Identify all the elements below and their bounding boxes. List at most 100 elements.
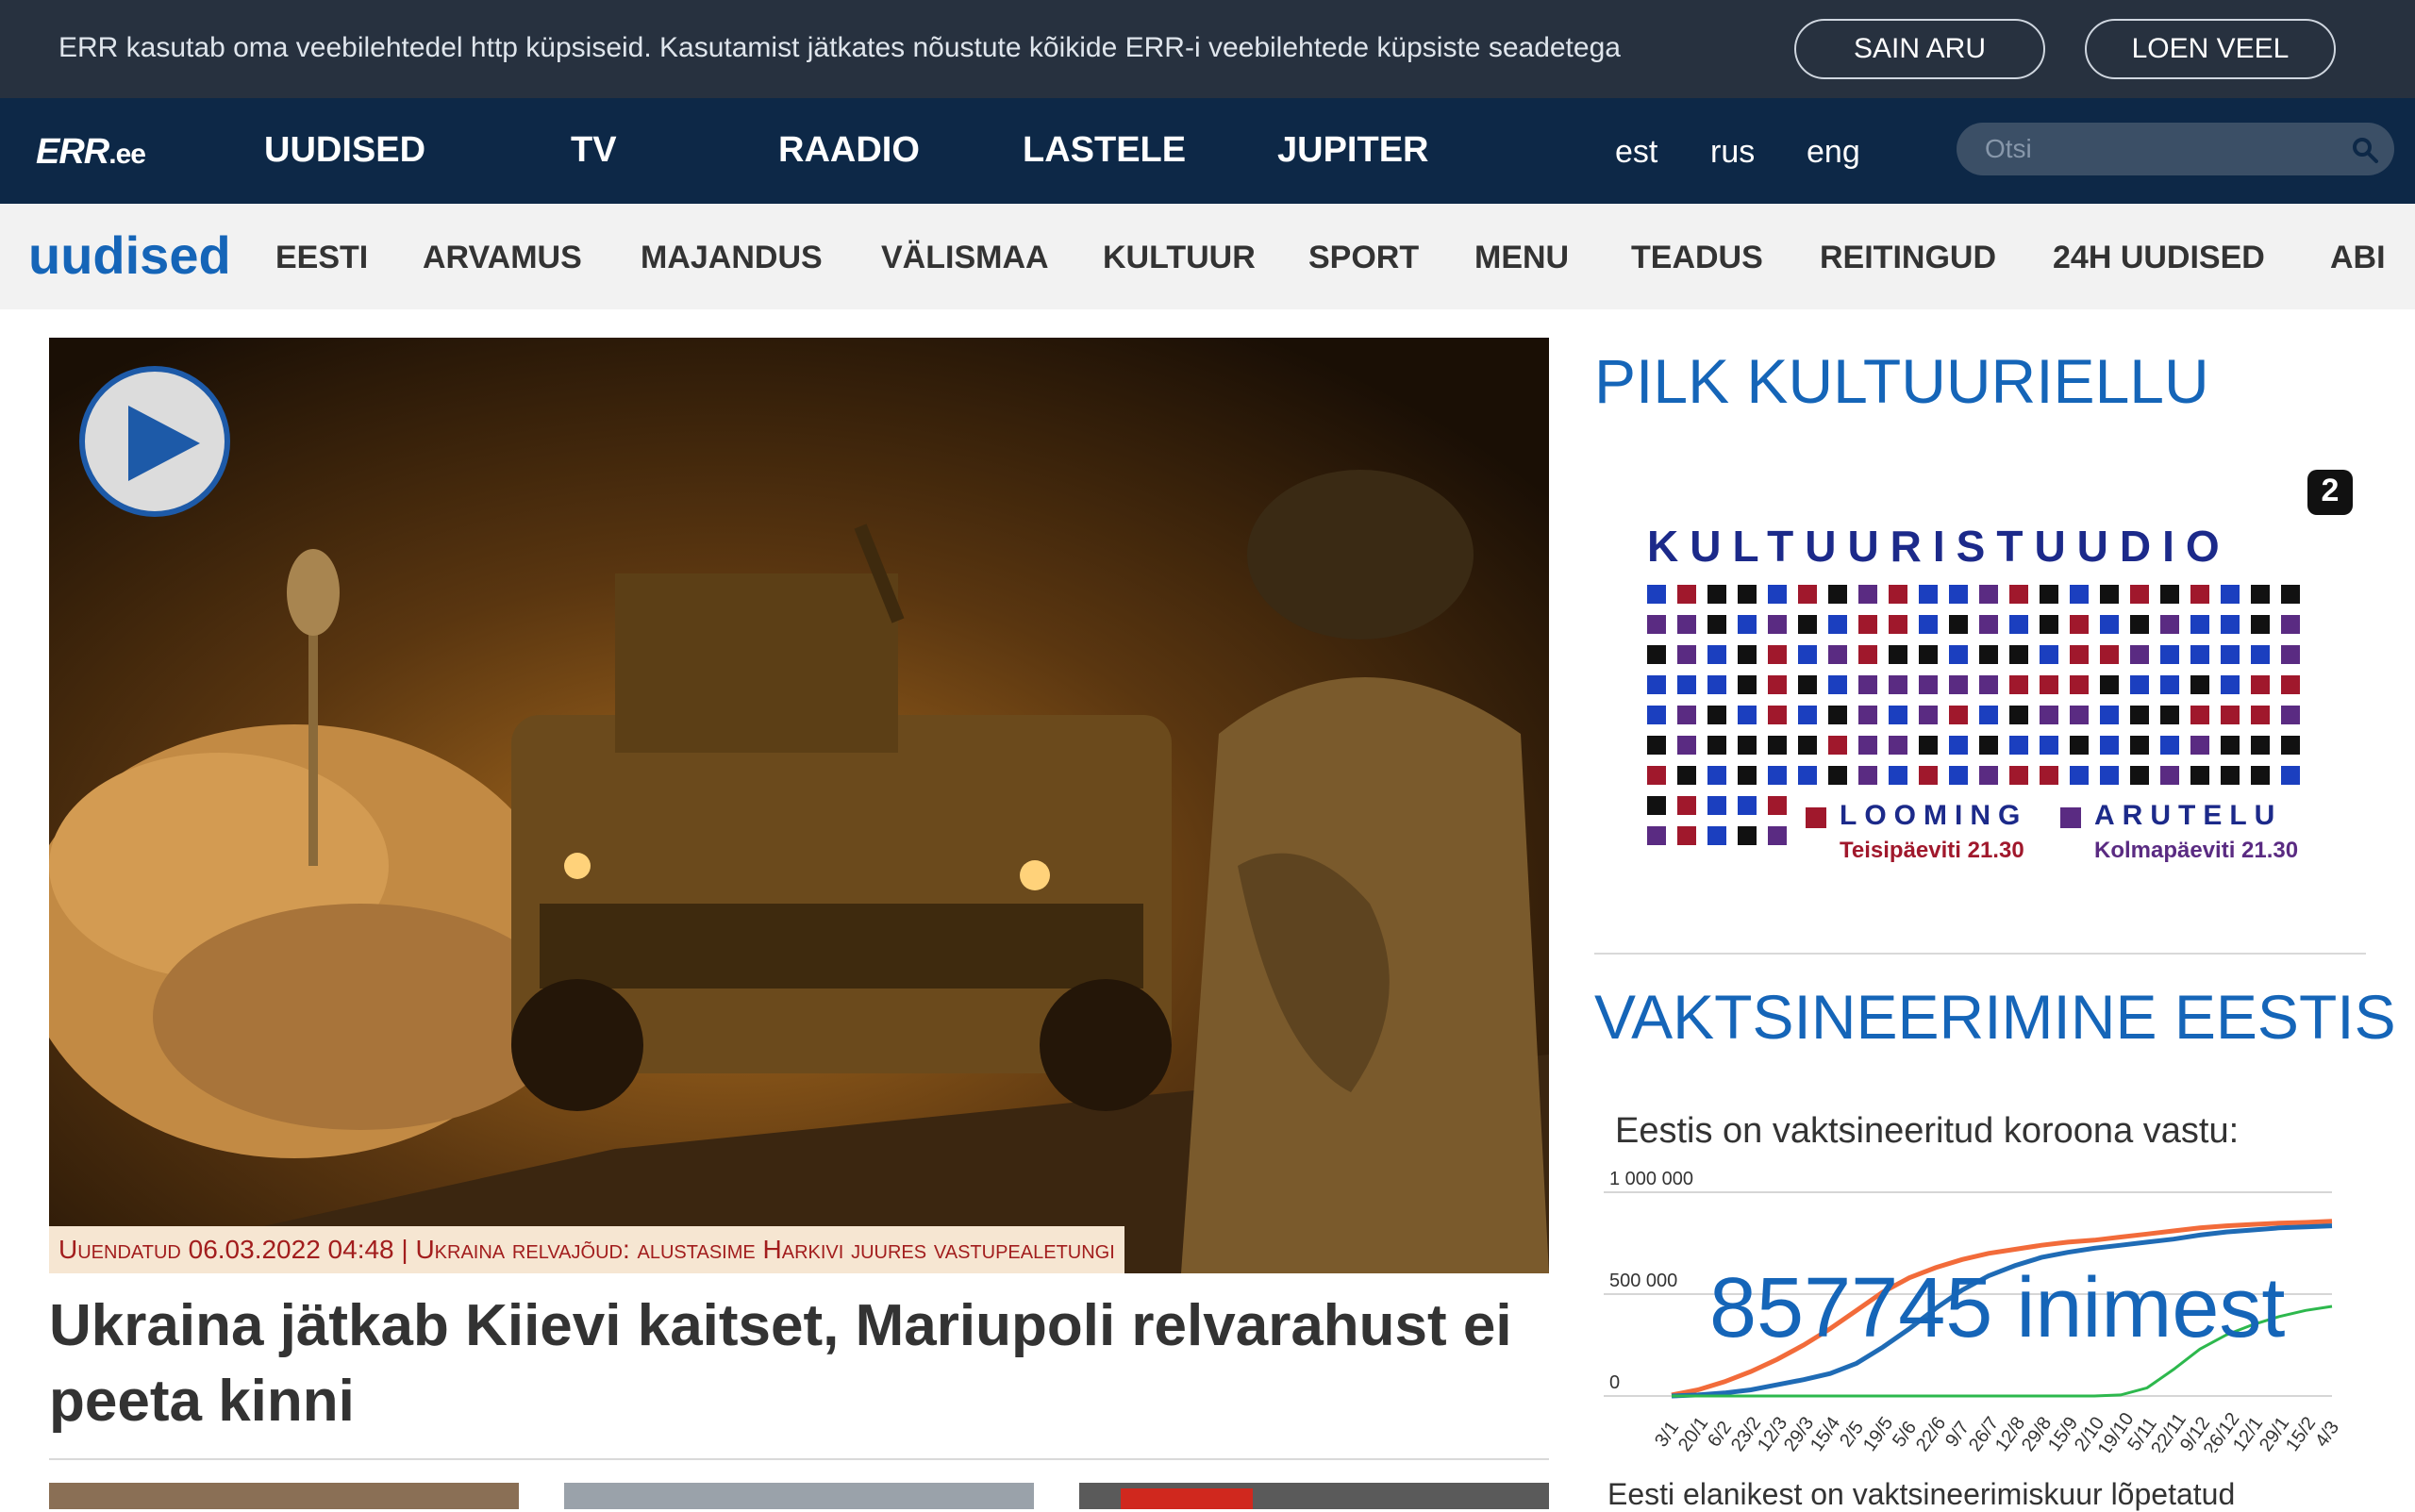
section-item-sport[interactable]: SPORT <box>1308 240 1419 276</box>
pattern-square <box>2009 706 2028 724</box>
cookie-text: ERR kasutab oma veebilehtedel http küpsi… <box>58 32 1621 63</box>
lang-eng[interactable]: eng <box>1807 134 1860 171</box>
pattern-square <box>1858 736 1877 755</box>
pattern-square <box>2130 585 2149 604</box>
pattern-square <box>1647 675 1666 694</box>
section-item-menu[interactable]: MENU <box>1474 240 1569 276</box>
err-logo[interactable]: ERR.ee <box>36 132 146 173</box>
kultuuristuudio-banner[interactable]: 2 KULTUURISTUUDIO LOOMING Teisipäeviti 2… <box>1594 462 2366 896</box>
pattern-square <box>1707 645 1726 664</box>
pattern-square <box>1707 706 1726 724</box>
article-headline[interactable]: Ukraina jätkab Kiievi kaitset, Mariupoli… <box>49 1288 1549 1439</box>
section-title[interactable]: uudised <box>28 224 231 286</box>
pattern-square <box>1858 766 1877 785</box>
pattern-square <box>1889 706 1907 724</box>
pattern-square <box>1677 706 1696 724</box>
pattern-square <box>1858 615 1877 634</box>
looming-time: Teisipäeviti 21.30 <box>1840 838 2024 863</box>
section-item-kultuur[interactable]: KULTUUR <box>1103 240 1256 276</box>
pattern-square <box>2040 706 2058 724</box>
pattern-square <box>2251 766 2270 785</box>
pattern-square <box>1707 826 1726 845</box>
pattern-square <box>2251 615 2270 634</box>
section-item-arvamus[interactable]: ARVAMUS <box>423 240 582 276</box>
section-item-majandus[interactable]: MAJANDUS <box>641 240 823 276</box>
pattern-square <box>2070 585 2089 604</box>
pattern-square <box>1889 675 1907 694</box>
pattern-square <box>1738 585 1757 604</box>
pattern-square <box>2281 645 2300 664</box>
pattern-square <box>2160 615 2179 634</box>
pattern-square <box>1828 706 1847 724</box>
section-item-abi[interactable]: ABI <box>2330 240 2386 276</box>
topnav-item-uudised[interactable]: UUDISED <box>264 130 425 171</box>
section-item-valismaa[interactable]: VÄLISMAA <box>881 240 1049 276</box>
pattern-square <box>1647 766 1666 785</box>
y-tick-label: 1 000 000 <box>1609 1169 1693 1189</box>
pattern-square <box>2130 675 2149 694</box>
cookie-read-more-button[interactable]: LOEN VEEL <box>2085 19 2336 79</box>
pattern-square <box>2009 675 2028 694</box>
pattern-square <box>1677 766 1696 785</box>
pattern-square <box>1647 706 1666 724</box>
pattern-square <box>2070 766 2089 785</box>
article-thumbnail[interactable] <box>49 1483 519 1509</box>
pattern-square <box>2100 675 2119 694</box>
search-icon[interactable] <box>2351 136 2379 164</box>
pattern-square <box>2160 766 2179 785</box>
cookie-accept-button[interactable]: SAIN ARU <box>1794 19 2045 79</box>
pattern-square <box>1949 706 1968 724</box>
pattern-square <box>2100 615 2119 634</box>
pattern-square <box>1738 766 1757 785</box>
article-thumbnail[interactable] <box>1079 1483 1549 1509</box>
pattern-square <box>1647 826 1666 845</box>
pattern-square <box>1949 766 1968 785</box>
topnav-item-jupiter[interactable]: JUPITER <box>1277 130 1428 171</box>
cookie-banner: ERR kasutab oma veebilehtedel http küpsi… <box>0 0 2415 98</box>
search-input[interactable] <box>1985 132 2334 166</box>
search-box <box>1957 123 2394 175</box>
pattern-square <box>1707 736 1726 755</box>
pattern-square <box>1738 675 1757 694</box>
pattern-square <box>2040 766 2058 785</box>
pattern-square <box>2070 645 2089 664</box>
pattern-square <box>1768 736 1787 755</box>
play-icon <box>128 406 200 481</box>
play-video-button[interactable] <box>79 366 230 517</box>
pattern-square <box>2281 675 2300 694</box>
lang-rus[interactable]: rus <box>1710 134 1755 171</box>
pattern-square <box>2251 585 2270 604</box>
pattern-square <box>1828 736 1847 755</box>
pattern-square <box>2009 615 2028 634</box>
vaccination-section-title[interactable]: VAKTSINEERIMINE EESTIS <box>1594 981 2396 1053</box>
pattern-square <box>1979 615 1998 634</box>
section-item-teadus[interactable]: TEADUS <box>1631 240 1763 276</box>
section-item-reitingud[interactable]: REITINGUD <box>1820 240 1996 276</box>
pattern-square <box>1677 585 1696 604</box>
article-thumbnail[interactable] <box>564 1483 1034 1509</box>
pattern-square <box>1707 766 1726 785</box>
section-item-eesti[interactable]: EESTI <box>275 240 368 276</box>
logo-text: ERR <box>36 132 109 172</box>
pattern-square <box>1677 615 1696 634</box>
pattern-square <box>1677 826 1696 845</box>
y-tick-label: 0 <box>1609 1372 1620 1393</box>
topnav-item-tv[interactable]: TV <box>571 130 617 171</box>
pattern-square <box>1677 645 1696 664</box>
topnav-item-raadio[interactable]: RAADIO <box>778 130 920 171</box>
pattern-square <box>1647 615 1666 634</box>
section-item-24h-uudised[interactable]: 24H UUDISED <box>2053 240 2265 276</box>
pattern-square <box>2100 766 2119 785</box>
pattern-square <box>2251 645 2270 664</box>
pattern-square <box>1798 645 1817 664</box>
lang-est[interactable]: est <box>1615 134 1657 171</box>
hero-image[interactable]: Uuendatud 06.03.2022 04:48 | Ukraina rel… <box>49 338 1549 1273</box>
pattern-square <box>2009 585 2028 604</box>
pattern-square <box>1707 585 1726 604</box>
pattern-square <box>2190 645 2209 664</box>
thumbnail-red-block <box>1121 1488 1253 1509</box>
topnav-item-lastele[interactable]: LASTELE <box>1023 130 1186 171</box>
culture-section-title[interactable]: PILK KULTUURIELLU <box>1594 345 2209 417</box>
pattern-square <box>1738 826 1757 845</box>
top-navigation: ERR.ee UUDISED TV RAADIO LASTELE JUPITER… <box>0 98 2415 204</box>
